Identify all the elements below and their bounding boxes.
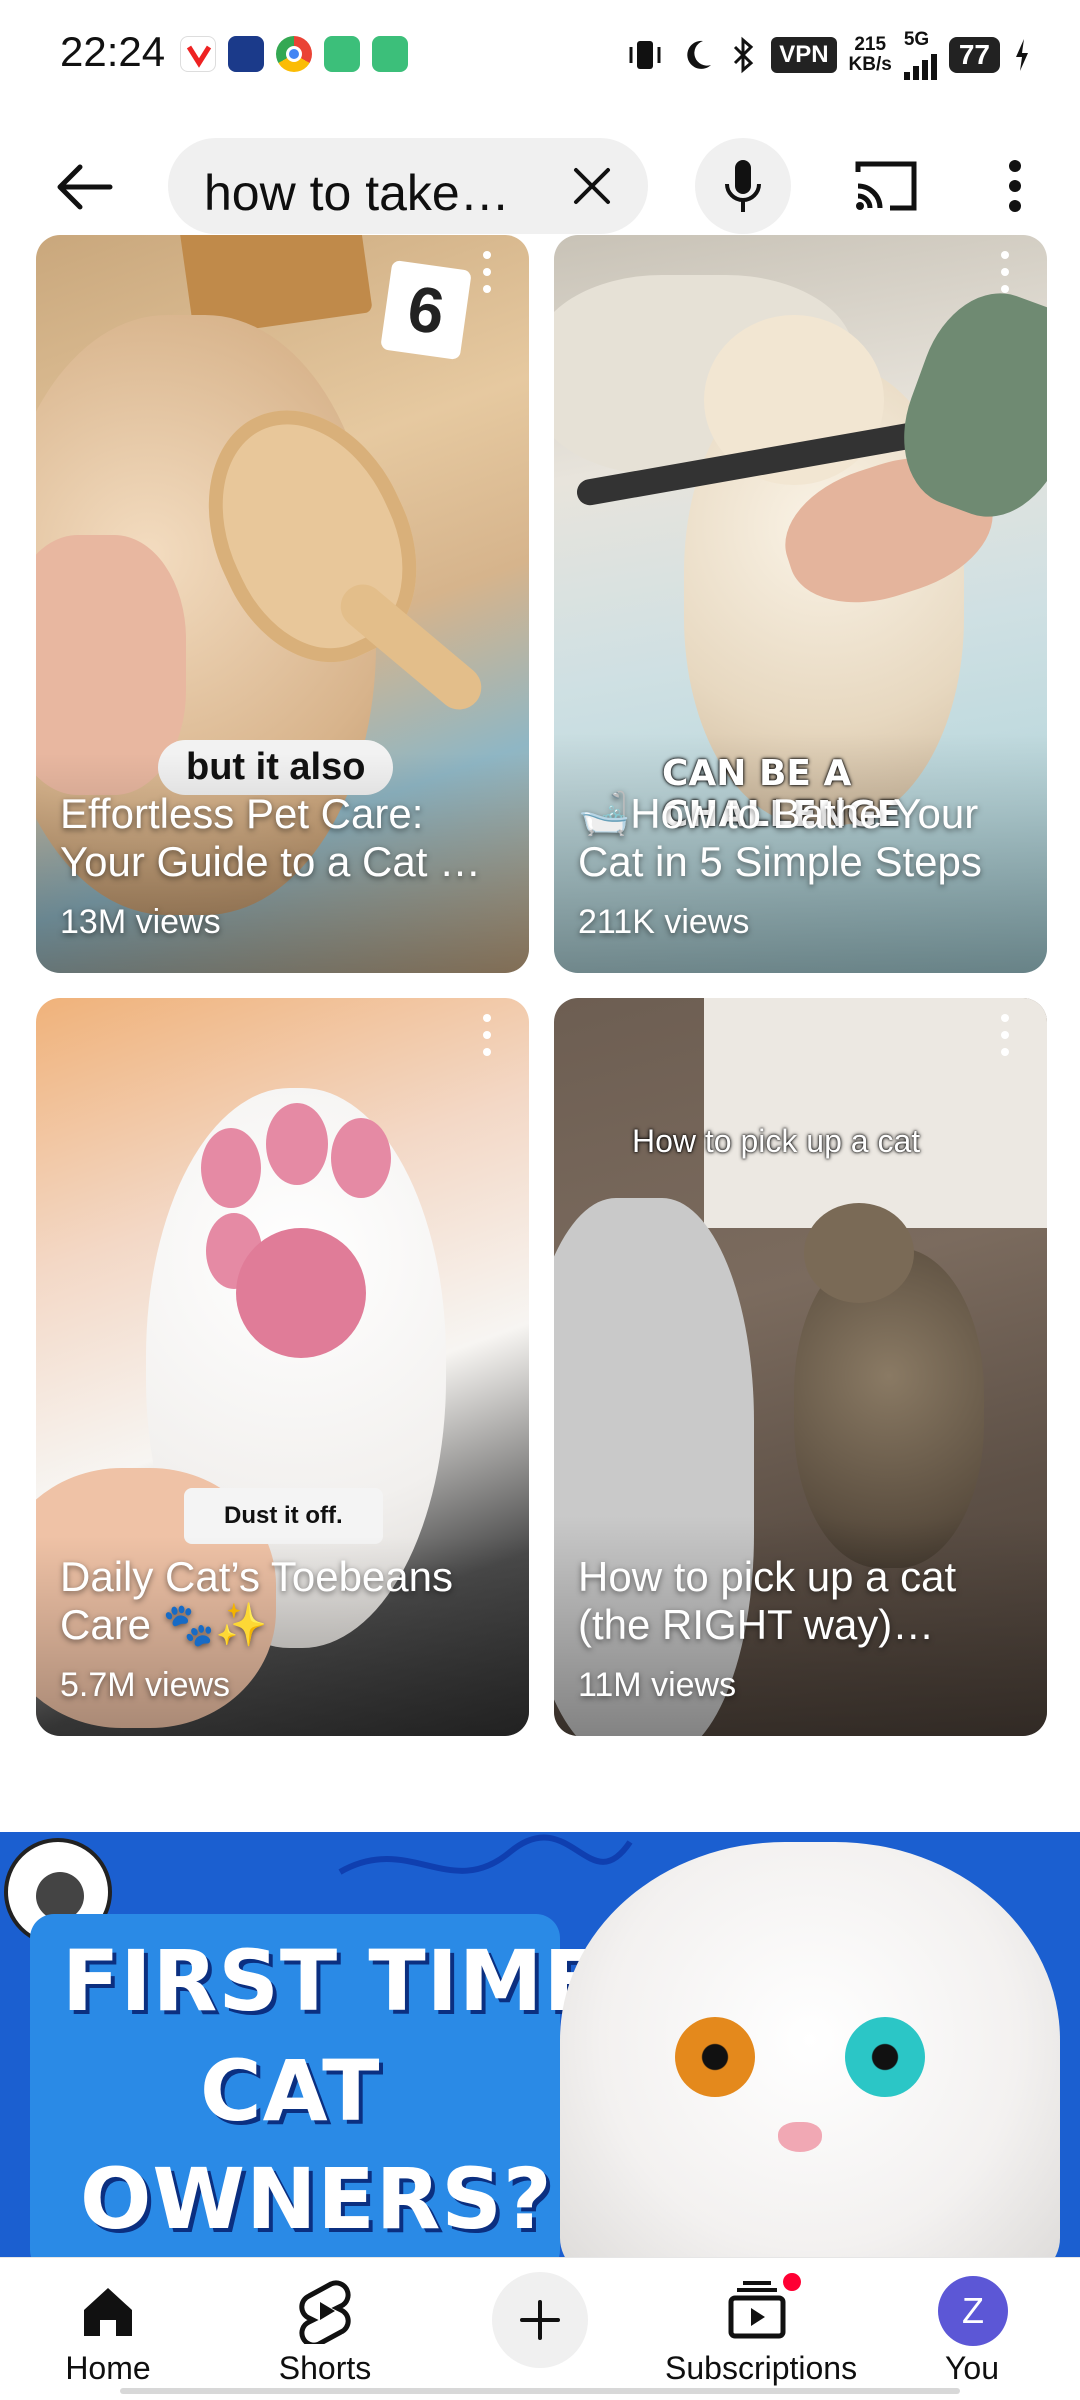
banner-headline-line3: OWNERS? bbox=[80, 2150, 553, 2248]
notification-dot bbox=[780, 2270, 804, 2294]
view-count: 13M views bbox=[60, 903, 221, 941]
status-icons: VPN 215 KB/s 5G 77 bbox=[625, 30, 1032, 80]
view-count: 211K views bbox=[578, 903, 750, 941]
microphone-icon bbox=[725, 160, 761, 212]
arrow-left-icon bbox=[57, 164, 113, 210]
nav-you[interactable]: Z You bbox=[882, 2258, 1062, 2400]
clear-search-button[interactable] bbox=[566, 160, 618, 212]
home-icon bbox=[84, 2288, 132, 2336]
main-pad bbox=[236, 1228, 366, 1358]
clock: 22:24 bbox=[60, 28, 166, 75]
short-card[interactable]: Dust it off. Daily Cat’s Toebeans Care 🐾… bbox=[36, 998, 529, 1736]
video-caption: How to pick up a cat bbox=[632, 1123, 921, 1159]
video-title: 🛁How to Bathe Your Cat in 5 Simple Steps bbox=[578, 790, 982, 885]
create-button[interactable] bbox=[450, 2258, 630, 2400]
short-card[interactable]: CAN BE A CHALLENGE 🛁How to Bathe Your Ca… bbox=[554, 235, 1047, 973]
more-vertical-icon[interactable] bbox=[999, 1012, 1011, 1058]
plus-icon bbox=[520, 2300, 560, 2340]
video-title: Effortless Pet Care: Your Guide to a Cat… bbox=[60, 790, 482, 885]
cat-head bbox=[804, 1203, 914, 1303]
toe-bean bbox=[266, 1103, 328, 1185]
charging-icon bbox=[1016, 39, 1028, 71]
more-vertical-icon[interactable] bbox=[481, 1012, 493, 1058]
short-card[interactable]: 6 but it also Effortless Pet Care: Your … bbox=[36, 235, 529, 973]
toe-bean bbox=[331, 1118, 391, 1198]
shorts-icon bbox=[299, 2280, 351, 2344]
vibrate-icon bbox=[629, 41, 661, 69]
notification-app-icon bbox=[372, 36, 408, 72]
youtube-shorts-search-results: 22:24 VPN 215 KB/s 5G 77 how to take… 6 … bbox=[0, 0, 1080, 2400]
banner-headline-line2: CAT bbox=[200, 2042, 381, 2140]
more-vertical-icon[interactable] bbox=[481, 249, 493, 295]
video-title: How to pick up a cat (the RIGHT way)… bbox=[578, 1553, 957, 1648]
short-card[interactable]: How to pick up a cat How to pick up a ca… bbox=[554, 998, 1047, 1736]
cat-eye-blue bbox=[845, 2017, 925, 2097]
search-query: how to take… bbox=[204, 165, 510, 221]
signal-indicator: 5G bbox=[903, 30, 937, 80]
status-bar: 22:24 VPN 215 KB/s 5G 77 bbox=[0, 0, 1080, 110]
close-icon bbox=[574, 168, 610, 204]
more-vertical-icon[interactable] bbox=[999, 249, 1011, 295]
cast-button[interactable] bbox=[850, 154, 922, 218]
white-cat bbox=[560, 1842, 1060, 2257]
cast-icon bbox=[855, 161, 917, 211]
video-title: Daily Cat’s Toebeans Care 🐾✨ bbox=[60, 1553, 454, 1648]
cat-nose bbox=[778, 2122, 822, 2152]
nav-home[interactable]: Home bbox=[18, 2258, 198, 2400]
search-input[interactable]: how to take… bbox=[168, 138, 648, 234]
subscriptions-icon bbox=[728, 2281, 786, 2339]
moon-icon bbox=[687, 40, 712, 69]
more-options-button[interactable] bbox=[995, 154, 1035, 218]
network-speed: 215 KB/s bbox=[848, 34, 892, 75]
view-count: 5.7M views bbox=[60, 1666, 231, 1704]
notification-app-icon bbox=[180, 36, 216, 72]
number-block: 6 bbox=[380, 259, 472, 361]
bottom-navigation: Home Shorts Subscriptions Z You bbox=[0, 2257, 1080, 2400]
avatar: Z bbox=[938, 2276, 1008, 2346]
nav-subscriptions[interactable]: Subscriptions bbox=[665, 2258, 857, 2400]
vpn-badge: VPN bbox=[771, 37, 837, 73]
more-vertical-icon bbox=[1009, 160, 1021, 212]
toe-bean bbox=[201, 1128, 261, 1208]
voice-search-button[interactable] bbox=[695, 138, 791, 234]
notification-app-icon bbox=[324, 36, 360, 72]
chrome-icon bbox=[276, 36, 312, 72]
banner-headline-line1: FIRST TIME bbox=[62, 1932, 602, 2030]
notification-app-icon bbox=[228, 36, 264, 72]
cabinet bbox=[704, 998, 1047, 1228]
back-button[interactable] bbox=[50, 152, 120, 222]
nav-shorts[interactable]: Shorts bbox=[235, 2258, 415, 2400]
video-thumbnail-banner[interactable]: FIRST TIME CAT OWNERS? bbox=[0, 1832, 1080, 2257]
search-top-bar: how to take… bbox=[0, 130, 1080, 240]
bluetooth-icon bbox=[734, 36, 754, 74]
gesture-handle bbox=[120, 2388, 960, 2394]
battery-level: 77 bbox=[948, 37, 1000, 73]
view-count: 11M views bbox=[578, 1666, 737, 1704]
cat-eye-amber bbox=[675, 2017, 755, 2097]
scribble-decoration bbox=[338, 1834, 633, 1875]
